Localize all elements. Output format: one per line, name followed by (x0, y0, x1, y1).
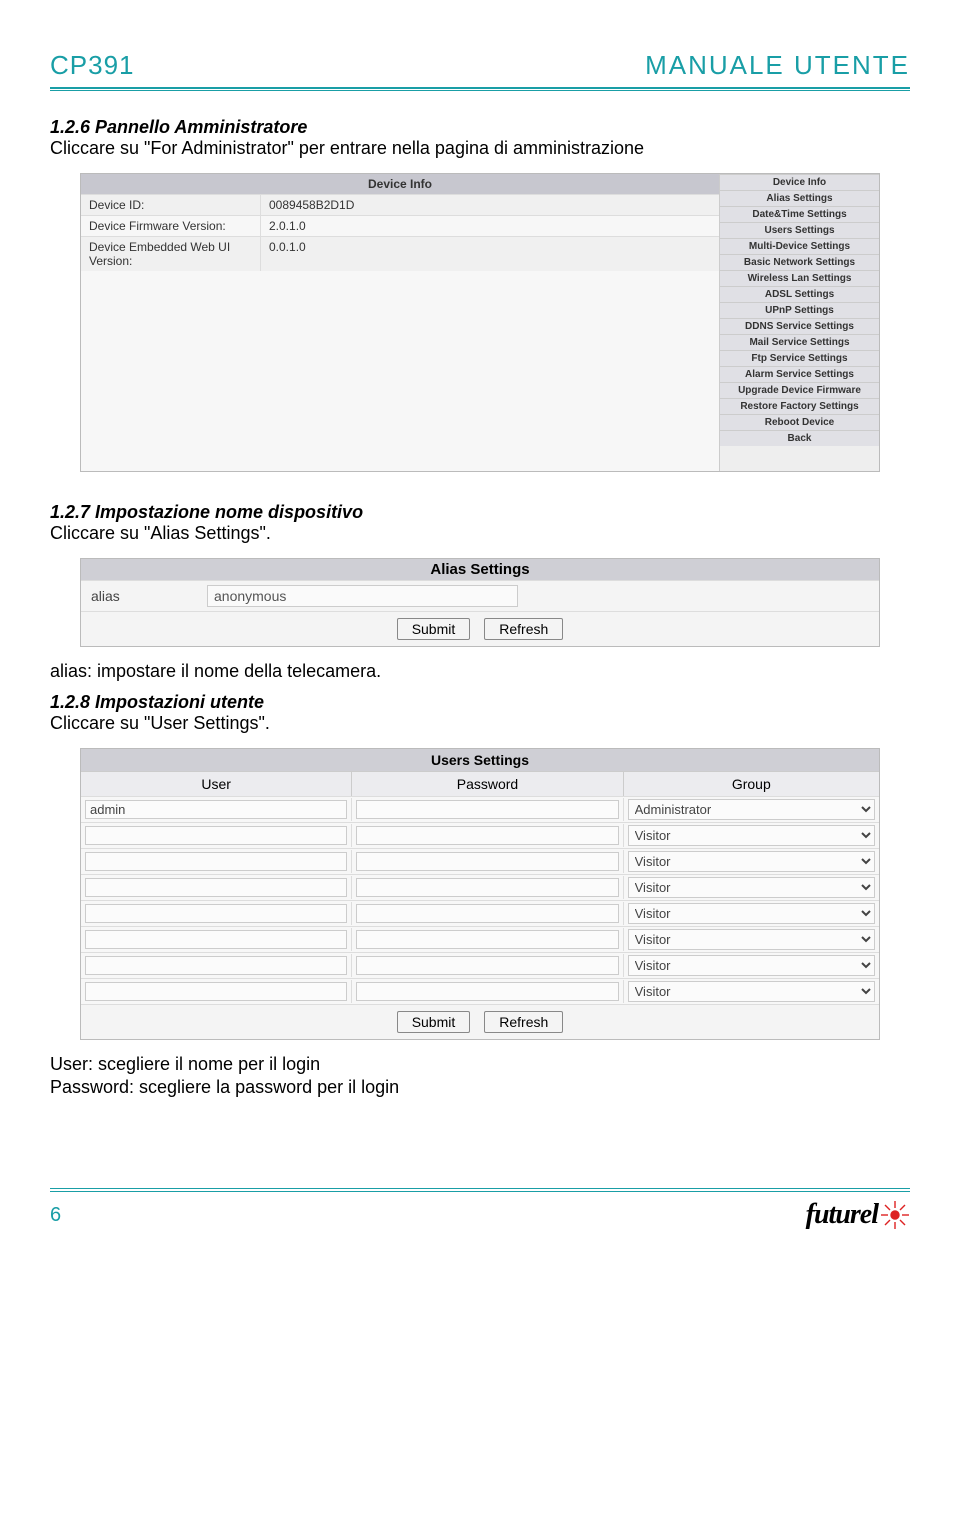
screenshot-alias-settings: Alias Settings alias Submit Refresh (80, 558, 880, 647)
doc-title: MANUALE UTENTE (645, 50, 910, 81)
menu-restore[interactable]: Restore Factory Settings (720, 398, 879, 414)
users-submit-button[interactable]: Submit (397, 1011, 471, 1033)
password-input[interactable] (356, 878, 618, 897)
section-126-title: 1.2.6 Pannello Amministratore (50, 117, 910, 138)
menu-alias-settings[interactable]: Alias Settings (720, 190, 879, 206)
menu-ftp[interactable]: Ftp Service Settings (720, 350, 879, 366)
menu-wireless-lan[interactable]: Wireless Lan Settings (720, 270, 879, 286)
menu-adsl[interactable]: ADSL Settings (720, 286, 879, 302)
section-128-body: Cliccare su "User Settings". (50, 713, 910, 734)
users-row: Visitor (81, 848, 879, 874)
menu-back[interactable]: Back (720, 430, 879, 446)
menu-device-info[interactable]: Device Info (720, 174, 879, 190)
password-input[interactable] (356, 800, 618, 819)
menu-users-settings[interactable]: Users Settings (720, 222, 879, 238)
menu-alarm[interactable]: Alarm Service Settings (720, 366, 879, 382)
password-input[interactable] (356, 930, 618, 949)
user-input[interactable] (85, 800, 347, 819)
user-input[interactable] (85, 826, 347, 845)
section-127-body: Cliccare su "Alias Settings". (50, 523, 910, 544)
logo-text: futurel (806, 1199, 878, 1231)
users-row: Visitor (81, 822, 879, 848)
users-row: Visitor (81, 874, 879, 900)
alias-label: alias (81, 584, 201, 608)
device-info-title: Device Info (81, 174, 719, 194)
password-input[interactable] (356, 904, 618, 923)
user-input[interactable] (85, 982, 347, 1001)
futurel-logo: futurel (806, 1199, 910, 1231)
section-128-title: 1.2.8 Impostazioni utente (50, 692, 910, 713)
fw-version-label: Device Firmware Version: (81, 216, 261, 236)
section-126-body: Cliccare su "For Administrator" per entr… (50, 138, 910, 159)
group-select[interactable]: Visitor (628, 877, 875, 898)
users-row: Visitor (81, 952, 879, 978)
device-info-row: Device Embedded Web UI Version: 0.0.1.0 (81, 236, 719, 271)
group-select[interactable]: Visitor (628, 929, 875, 950)
device-id-label: Device ID: (81, 195, 261, 215)
users-row: Visitor (81, 900, 879, 926)
users-row: Visitor (81, 978, 879, 1004)
group-select[interactable]: Administrator (628, 799, 875, 820)
alias-input[interactable] (207, 585, 518, 607)
group-select[interactable]: Visitor (628, 825, 875, 846)
col-group-header: Group (624, 772, 879, 796)
group-select[interactable]: Visitor (628, 851, 875, 872)
menu-upgrade[interactable]: Upgrade Device Firmware (720, 382, 879, 398)
users-settings-title: Users Settings (81, 749, 879, 771)
password-input[interactable] (356, 852, 618, 871)
group-select[interactable]: Visitor (628, 903, 875, 924)
users-refresh-button[interactable]: Refresh (484, 1011, 563, 1033)
user-hint-1: User: scegliere il nome per il login (50, 1054, 910, 1075)
doc-code: CP391 (50, 50, 135, 81)
device-info-row: Device Firmware Version: 2.0.1.0 (81, 215, 719, 236)
screenshot-device-info: Device Info Device ID: 0089458B2D1D Devi… (80, 173, 880, 472)
device-info-row: Device ID: 0089458B2D1D (81, 194, 719, 215)
sidebar-menu: Device Info Alias Settings Date&Time Set… (719, 174, 879, 471)
users-row: Visitor (81, 926, 879, 952)
password-input[interactable] (356, 826, 618, 845)
footer-rule (50, 1188, 910, 1191)
menu-mail[interactable]: Mail Service Settings (720, 334, 879, 350)
menu-date-time[interactable]: Date&Time Settings (720, 206, 879, 222)
password-input[interactable] (356, 956, 618, 975)
menu-upnp[interactable]: UPnP Settings (720, 302, 879, 318)
password-input[interactable] (356, 982, 618, 1001)
section-127-title: 1.2.7 Impostazione nome dispositivo (50, 502, 910, 523)
refresh-button[interactable]: Refresh (484, 618, 563, 640)
group-select[interactable]: Visitor (628, 955, 875, 976)
alias-settings-title: Alias Settings (81, 559, 879, 580)
user-input[interactable] (85, 878, 347, 897)
user-input[interactable] (85, 930, 347, 949)
page-number: 6 (50, 1204, 61, 1227)
user-input[interactable] (85, 852, 347, 871)
user-hint-2: Password: scegliere la password per il l… (50, 1077, 910, 1098)
webui-version-label: Device Embedded Web UI Version: (81, 237, 261, 271)
menu-ddns[interactable]: DDNS Service Settings (720, 318, 879, 334)
user-input[interactable] (85, 904, 347, 923)
user-input[interactable] (85, 956, 347, 975)
device-id-value: 0089458B2D1D (261, 195, 719, 215)
screenshot-users-settings: Users Settings User Password Group Admin… (80, 748, 880, 1040)
col-user-header: User (81, 772, 352, 796)
header-rule (50, 87, 910, 89)
menu-basic-network[interactable]: Basic Network Settings (720, 254, 879, 270)
menu-reboot[interactable]: Reboot Device (720, 414, 879, 430)
alias-explanation: alias: impostare il nome della telecamer… (50, 661, 910, 682)
submit-button[interactable]: Submit (397, 618, 471, 640)
fw-version-value: 2.0.1.0 (261, 216, 719, 236)
sun-icon (880, 1200, 910, 1230)
device-info-blank (81, 271, 719, 471)
page-header: CP391 MANUALE UTENTE (50, 50, 910, 87)
webui-version-value: 0.0.1.0 (261, 237, 719, 271)
group-select[interactable]: Visitor (628, 981, 875, 1002)
users-row: Administrator (81, 796, 879, 822)
col-pass-header: Password (352, 772, 623, 796)
users-header-row: User Password Group (81, 771, 879, 796)
menu-multi-device[interactable]: Multi-Device Settings (720, 238, 879, 254)
